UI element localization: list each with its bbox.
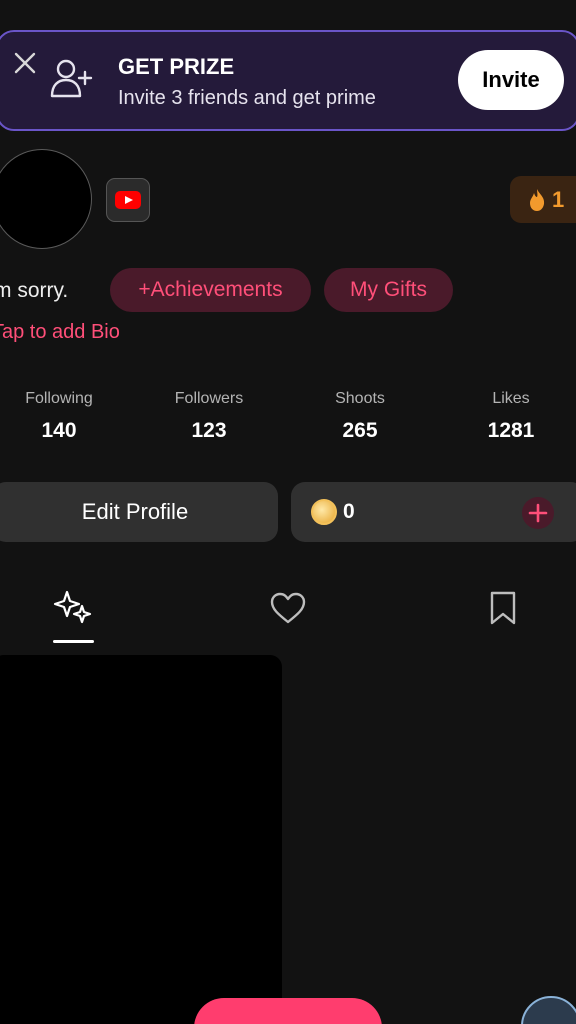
- stat-label: Following: [25, 390, 93, 407]
- achievements-button[interactable]: +Achievements: [110, 268, 311, 312]
- sparkles-icon: [53, 590, 92, 624]
- username: m sorry.: [0, 279, 69, 302]
- flame-icon: [530, 188, 545, 211]
- tab-shoots[interactable]: [51, 586, 95, 630]
- stat-label: Shoots: [335, 390, 385, 407]
- coin-icon: [311, 499, 337, 525]
- stat-label: Likes: [492, 390, 530, 407]
- stat-likes[interactable]: Likes 1281: [451, 390, 571, 443]
- stat-value: 140: [41, 419, 77, 442]
- youtube-link-button[interactable]: [106, 178, 150, 222]
- stat-followers[interactable]: Followers 123: [149, 390, 269, 443]
- add-coins-button[interactable]: [522, 497, 554, 529]
- tab-liked[interactable]: [266, 586, 310, 630]
- create-button[interactable]: [194, 998, 382, 1024]
- invite-button[interactable]: Invite: [458, 50, 564, 110]
- stat-label: Followers: [174, 390, 244, 407]
- banner-subtitle: Invite 3 friends and get prime: [118, 87, 376, 109]
- user-add-icon: [50, 59, 93, 98]
- stat-value: 123: [191, 419, 227, 442]
- active-tab-indicator: [53, 640, 94, 643]
- coin-balance: 0: [343, 500, 355, 523]
- banner-title: GET PRIZE: [118, 54, 235, 79]
- edit-profile-button[interactable]: Edit Profile: [0, 482, 278, 542]
- stat-value: 1281: [487, 419, 535, 442]
- stat-value: 265: [342, 419, 378, 442]
- chat-fab-button[interactable]: [521, 996, 576, 1024]
- heart-icon: [270, 592, 306, 624]
- streak-badge[interactable]: 1: [510, 176, 576, 223]
- stat-shoots[interactable]: Shoots 265: [300, 390, 420, 443]
- streak-count: 1: [552, 186, 565, 212]
- avatar[interactable]: [0, 149, 92, 249]
- stat-following[interactable]: Following 140: [0, 390, 119, 443]
- video-thumbnail[interactable]: [0, 655, 282, 1024]
- bookmark-icon: [490, 591, 516, 625]
- my-gifts-button[interactable]: My Gifts: [324, 268, 453, 312]
- plus-icon: [528, 503, 548, 523]
- coin-wallet[interactable]: 0: [291, 482, 576, 542]
- close-icon[interactable]: [12, 50, 38, 76]
- youtube-icon: [115, 191, 141, 209]
- add-bio-link[interactable]: Tap to add Bio: [0, 321, 120, 344]
- tab-saved[interactable]: [481, 586, 525, 630]
